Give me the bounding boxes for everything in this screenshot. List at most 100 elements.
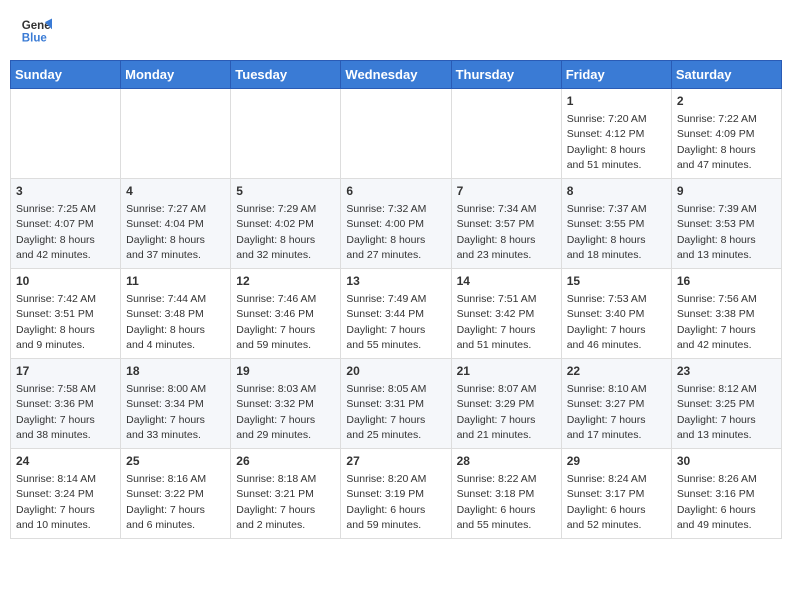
day-info: Sunrise: 8:05 AM Sunset: 3:31 PM Dayligh… — [346, 383, 426, 441]
day-number: 8 — [567, 183, 666, 200]
day-number: 23 — [677, 363, 776, 380]
day-info: Sunrise: 7:25 AM Sunset: 4:07 PM Dayligh… — [16, 203, 96, 261]
day-number: 15 — [567, 273, 666, 290]
weekday-header-saturday: Saturday — [671, 61, 781, 89]
calendar-cell: 4 Sunrise: 7:27 AM Sunset: 4:04 PM Daylig… — [121, 179, 231, 269]
calendar-cell: 15 Sunrise: 7:53 AM Sunset: 3:40 PM Dayli… — [561, 269, 671, 359]
day-info: Sunrise: 7:32 AM Sunset: 4:00 PM Dayligh… — [346, 203, 426, 261]
day-info: Sunrise: 8:00 AM Sunset: 3:34 PM Dayligh… — [126, 383, 206, 441]
day-info: Sunrise: 7:49 AM Sunset: 3:44 PM Dayligh… — [346, 293, 426, 351]
day-info: Sunrise: 7:34 AM Sunset: 3:57 PM Dayligh… — [457, 203, 537, 261]
day-info: Sunrise: 7:37 AM Sunset: 3:55 PM Dayligh… — [567, 203, 647, 261]
day-number: 4 — [126, 183, 225, 200]
day-number: 20 — [346, 363, 445, 380]
day-info: Sunrise: 8:16 AM Sunset: 3:22 PM Dayligh… — [126, 473, 206, 531]
calendar-cell — [451, 89, 561, 179]
day-info: Sunrise: 7:51 AM Sunset: 3:42 PM Dayligh… — [457, 293, 537, 351]
weekday-header-friday: Friday — [561, 61, 671, 89]
page-header: General Blue — [10, 10, 782, 52]
calendar-cell: 19 Sunrise: 8:03 AM Sunset: 3:32 PM Dayli… — [231, 359, 341, 449]
calendar-cell: 14 Sunrise: 7:51 AM Sunset: 3:42 PM Dayli… — [451, 269, 561, 359]
calendar-cell — [341, 89, 451, 179]
day-number: 16 — [677, 273, 776, 290]
day-info: Sunrise: 8:22 AM Sunset: 3:18 PM Dayligh… — [457, 473, 537, 531]
day-number: 12 — [236, 273, 335, 290]
day-info: Sunrise: 7:22 AM Sunset: 4:09 PM Dayligh… — [677, 113, 757, 171]
day-number: 10 — [16, 273, 115, 290]
weekday-header-monday: Monday — [121, 61, 231, 89]
week-row-2: 3 Sunrise: 7:25 AM Sunset: 4:07 PM Daylig… — [11, 179, 782, 269]
logo-icon: General Blue — [20, 15, 52, 47]
weekday-header-tuesday: Tuesday — [231, 61, 341, 89]
day-number: 6 — [346, 183, 445, 200]
day-info: Sunrise: 7:46 AM Sunset: 3:46 PM Dayligh… — [236, 293, 316, 351]
day-info: Sunrise: 7:42 AM Sunset: 3:51 PM Dayligh… — [16, 293, 96, 351]
calendar-cell: 17 Sunrise: 7:58 AM Sunset: 3:36 PM Dayli… — [11, 359, 121, 449]
day-number: 2 — [677, 93, 776, 110]
day-number: 30 — [677, 453, 776, 470]
day-info: Sunrise: 7:27 AM Sunset: 4:04 PM Dayligh… — [126, 203, 206, 261]
day-number: 7 — [457, 183, 556, 200]
day-number: 17 — [16, 363, 115, 380]
calendar-cell: 10 Sunrise: 7:42 AM Sunset: 3:51 PM Dayli… — [11, 269, 121, 359]
day-number: 9 — [677, 183, 776, 200]
logo: General Blue — [20, 15, 56, 47]
day-number: 29 — [567, 453, 666, 470]
calendar-cell: 8 Sunrise: 7:37 AM Sunset: 3:55 PM Daylig… — [561, 179, 671, 269]
calendar-cell: 21 Sunrise: 8:07 AM Sunset: 3:29 PM Dayli… — [451, 359, 561, 449]
calendar-cell: 9Sunrise: 7:39 AM Sunset: 3:53 PM Daylig… — [671, 179, 781, 269]
calendar-cell: 2 Sunrise: 7:22 AM Sunset: 4:09 PM Daylig… — [671, 89, 781, 179]
svg-text:Blue: Blue — [22, 33, 48, 45]
day-number: 19 — [236, 363, 335, 380]
calendar-cell: 28Sunrise: 8:22 AM Sunset: 3:18 PM Dayli… — [451, 449, 561, 539]
day-info: Sunrise: 7:20 AM Sunset: 4:12 PM Dayligh… — [567, 113, 647, 171]
day-info: Sunrise: 8:12 AM Sunset: 3:25 PM Dayligh… — [677, 383, 757, 441]
day-info: Sunrise: 7:53 AM Sunset: 3:40 PM Dayligh… — [567, 293, 647, 351]
day-info: Sunrise: 8:20 AM Sunset: 3:19 PM Dayligh… — [346, 473, 426, 531]
day-info: Sunrise: 8:07 AM Sunset: 3:29 PM Dayligh… — [457, 383, 537, 441]
calendar-cell: 26 Sunrise: 8:18 AM Sunset: 3:21 PM Dayli… — [231, 449, 341, 539]
calendar-cell: 27Sunrise: 8:20 AM Sunset: 3:19 PM Dayli… — [341, 449, 451, 539]
calendar-cell: 3 Sunrise: 7:25 AM Sunset: 4:07 PM Daylig… — [11, 179, 121, 269]
day-number: 3 — [16, 183, 115, 200]
calendar-cell: 13 Sunrise: 7:49 AM Sunset: 3:44 PM Dayli… — [341, 269, 451, 359]
day-info: Sunrise: 7:29 AM Sunset: 4:02 PM Dayligh… — [236, 203, 316, 261]
day-number: 5 — [236, 183, 335, 200]
calendar-cell: 7 Sunrise: 7:34 AM Sunset: 3:57 PM Daylig… — [451, 179, 561, 269]
day-info: Sunrise: 8:24 AM Sunset: 3:17 PM Dayligh… — [567, 473, 647, 531]
day-number: 13 — [346, 273, 445, 290]
calendar-cell: 30Sunrise: 8:26 AM Sunset: 3:16 PM Dayli… — [671, 449, 781, 539]
day-number: 25 — [126, 453, 225, 470]
calendar-table: SundayMondayTuesdayWednesdayThursdayFrid… — [10, 60, 782, 539]
week-row-1: 1 Sunrise: 7:20 AM Sunset: 4:12 PM Daylig… — [11, 89, 782, 179]
calendar-cell — [231, 89, 341, 179]
day-number: 24 — [16, 453, 115, 470]
calendar-cell: 24 Sunrise: 8:14 AM Sunset: 3:24 PM Dayli… — [11, 449, 121, 539]
calendar-cell: 23 Sunrise: 8:12 AM Sunset: 3:25 PM Dayli… — [671, 359, 781, 449]
calendar-cell: 6 Sunrise: 7:32 AM Sunset: 4:00 PM Daylig… — [341, 179, 451, 269]
day-info: Sunrise: 7:44 AM Sunset: 3:48 PM Dayligh… — [126, 293, 206, 351]
day-number: 21 — [457, 363, 556, 380]
weekday-header-sunday: Sunday — [11, 61, 121, 89]
day-number: 14 — [457, 273, 556, 290]
week-row-5: 24 Sunrise: 8:14 AM Sunset: 3:24 PM Dayli… — [11, 449, 782, 539]
weekday-header-wednesday: Wednesday — [341, 61, 451, 89]
calendar-cell: 20 Sunrise: 8:05 AM Sunset: 3:31 PM Dayli… — [341, 359, 451, 449]
weekday-header-row: SundayMondayTuesdayWednesdayThursdayFrid… — [11, 61, 782, 89]
week-row-4: 17 Sunrise: 7:58 AM Sunset: 3:36 PM Dayli… — [11, 359, 782, 449]
day-number: 11 — [126, 273, 225, 290]
calendar-cell: 11 Sunrise: 7:44 AM Sunset: 3:48 PM Dayli… — [121, 269, 231, 359]
day-number: 1 — [567, 93, 666, 110]
calendar-cell: 29 Sunrise: 8:24 AM Sunset: 3:17 PM Dayli… — [561, 449, 671, 539]
day-number: 26 — [236, 453, 335, 470]
day-info: Sunrise: 7:58 AM Sunset: 3:36 PM Dayligh… — [16, 383, 96, 441]
calendar-cell: 22Sunrise: 8:10 AM Sunset: 3:27 PM Dayli… — [561, 359, 671, 449]
calendar-cell — [121, 89, 231, 179]
weekday-header-thursday: Thursday — [451, 61, 561, 89]
calendar-cell: 16Sunrise: 7:56 AM Sunset: 3:38 PM Dayli… — [671, 269, 781, 359]
day-info: Sunrise: 8:03 AM Sunset: 3:32 PM Dayligh… — [236, 383, 316, 441]
calendar-cell: 12 Sunrise: 7:46 AM Sunset: 3:46 PM Dayli… — [231, 269, 341, 359]
day-info: Sunrise: 8:18 AM Sunset: 3:21 PM Dayligh… — [236, 473, 316, 531]
calendar-cell: 18Sunrise: 8:00 AM Sunset: 3:34 PM Dayli… — [121, 359, 231, 449]
day-info: Sunrise: 8:14 AM Sunset: 3:24 PM Dayligh… — [16, 473, 96, 531]
